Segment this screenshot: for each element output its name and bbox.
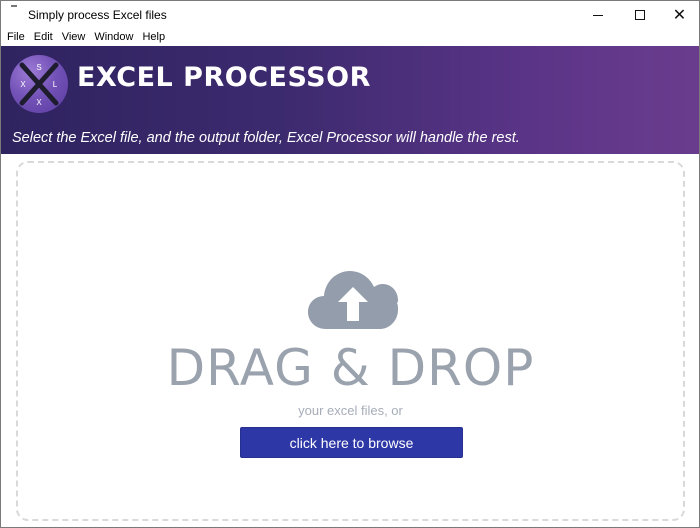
app-window: Simply process Excel files ✕ File Edit V… (0, 0, 700, 528)
maximize-button[interactable] (617, 1, 662, 29)
logo-letter-right: L (53, 80, 58, 89)
app-logo: S X L X (10, 55, 68, 113)
maximize-icon (634, 10, 645, 20)
menu-file[interactable]: File (7, 29, 25, 46)
file-drop-zone[interactable]: DRAG & DROP your excel files, or click h… (16, 161, 685, 521)
logo-letter-bottom: X (36, 98, 42, 107)
close-button[interactable]: ✕ (657, 1, 699, 29)
window-title: Simply process Excel files (28, 8, 167, 22)
browse-button[interactable]: click here to browse (240, 427, 463, 458)
menu-window[interactable]: Window (94, 29, 133, 46)
cloud-upload-icon (308, 271, 398, 329)
app-title: EXCEL PROCESSOR (77, 62, 371, 93)
app-icon (11, 5, 19, 13)
title-bar[interactable]: Simply process Excel files ✕ (1, 1, 699, 29)
drag-drop-title: DRAG & DROP (166, 339, 535, 397)
menu-edit[interactable]: Edit (34, 29, 53, 46)
drag-drop-subtitle: your excel files, or (298, 403, 403, 418)
logo-letter-left: X (20, 80, 26, 89)
header-banner: S X L X EXCEL PROCESSOR Select the Excel… (1, 46, 699, 154)
app-subtitle: Select the Excel file, and the output fo… (12, 130, 520, 146)
logo-x-graphic: S X L X (19, 62, 59, 107)
minimize-icon (592, 14, 603, 16)
menu-help[interactable]: Help (142, 29, 165, 46)
logo-letter-top: S (36, 63, 41, 72)
minimize-button[interactable] (575, 1, 620, 29)
menu-view[interactable]: View (62, 29, 86, 46)
close-icon: ✕ (672, 5, 687, 24)
menu-bar: File Edit View Window Help (1, 29, 699, 46)
